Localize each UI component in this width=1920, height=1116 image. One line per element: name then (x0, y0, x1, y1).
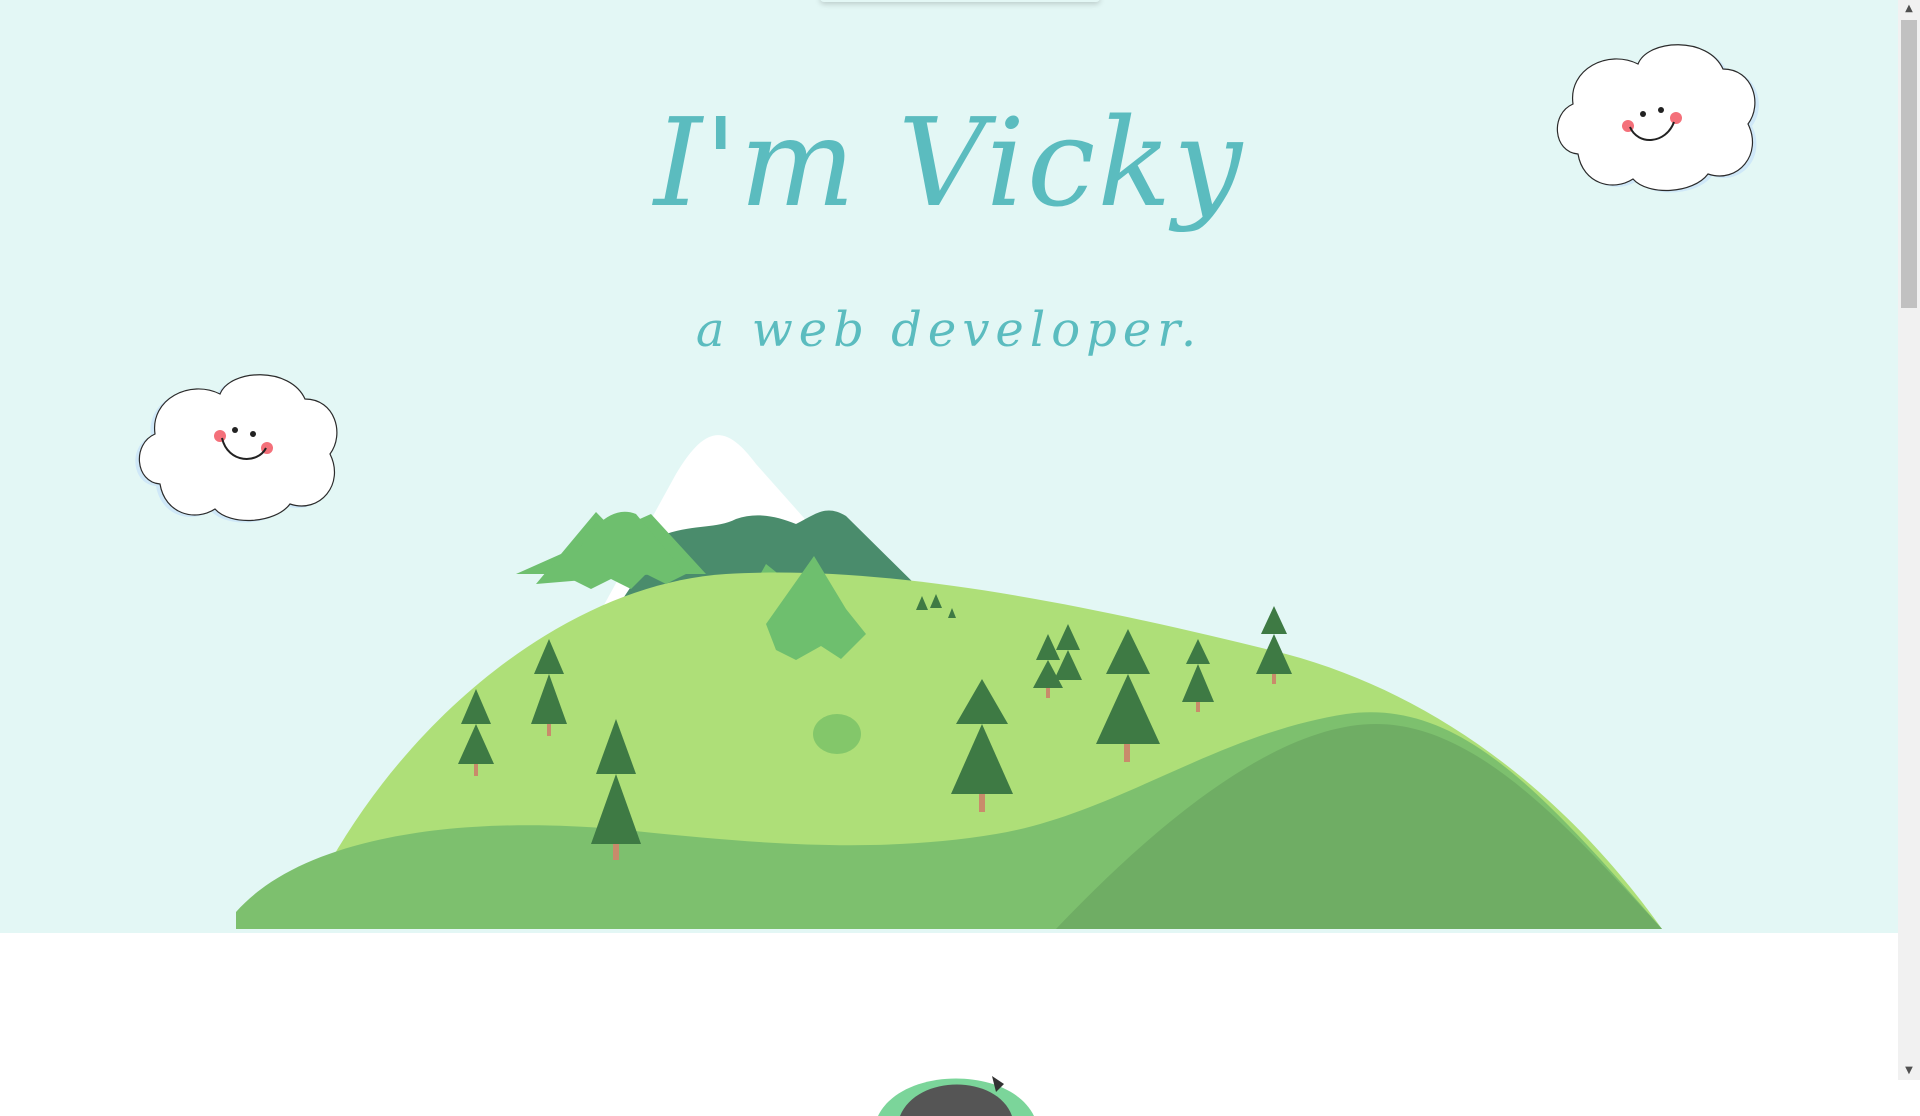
smiling-cloud-icon (1556, 44, 1759, 193)
scrollbar-thumb[interactable] (1901, 20, 1917, 308)
hero-section: I'm Vicky a web developer. (0, 0, 1898, 933)
top-nav-tab[interactable] (820, 0, 1100, 2)
scroll-down-arrow-icon[interactable]: ▼ (1898, 1062, 1920, 1080)
scroll-up-arrow-icon[interactable]: ▲ (1898, 0, 1920, 18)
avatar-illustration (878, 1076, 1034, 1116)
mountain-landscape-illustration (236, 435, 1662, 929)
page-subtitle: a web developer. (695, 302, 1203, 358)
vertical-scrollbar[interactable]: ▲ ▼ (1898, 0, 1920, 1080)
